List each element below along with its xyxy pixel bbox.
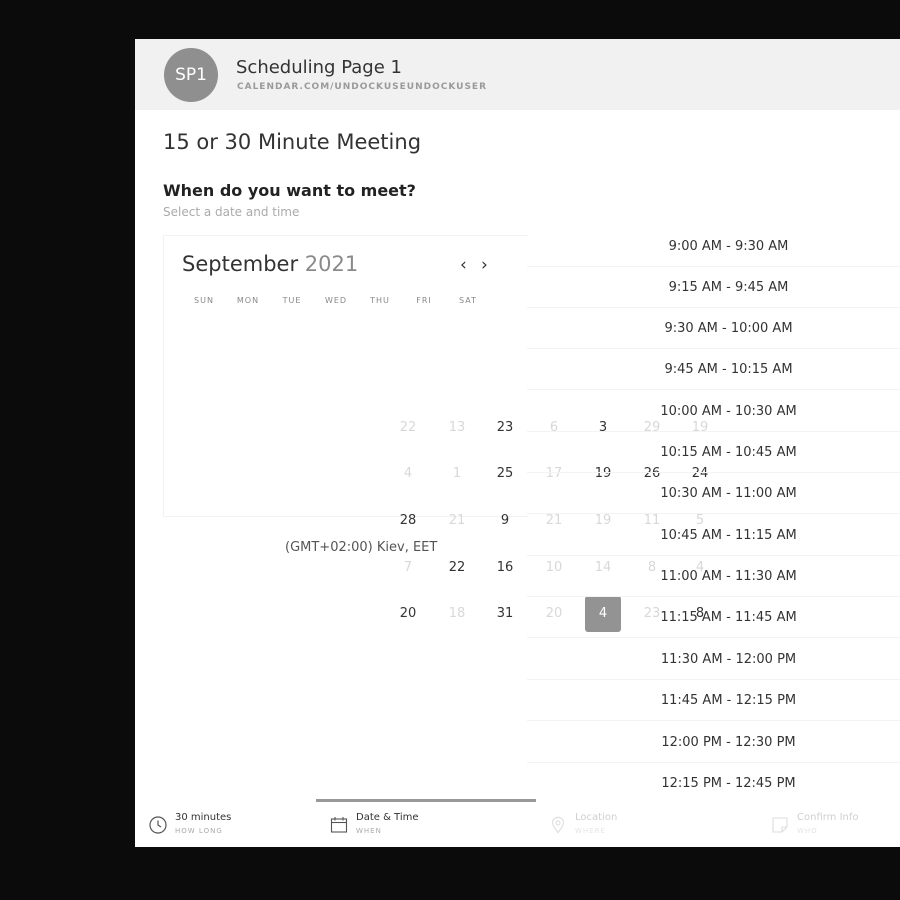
calendar-day[interactable]: 22 bbox=[441, 556, 473, 580]
tab-location-sub: WHERE bbox=[575, 827, 606, 835]
timeslot-option[interactable]: 10:45 AM - 11:15 AM bbox=[527, 516, 900, 556]
meeting-question: When do you want to meet? bbox=[163, 181, 416, 200]
timeslot-option[interactable]: 10:15 AM - 10:45 AM bbox=[527, 433, 900, 473]
tab-date-time-label: Date & Time bbox=[356, 812, 419, 823]
weekday-mon: MON bbox=[236, 296, 260, 305]
tab-location[interactable]: Location WHERE bbox=[549, 812, 689, 840]
page-title: Scheduling Page 1 bbox=[236, 57, 402, 78]
timeslot-option[interactable]: 12:00 PM - 12:30 PM bbox=[527, 723, 900, 763]
timeslot-option[interactable]: 12:15 PM - 12:45 PM bbox=[527, 764, 900, 804]
weekday-thu: THU bbox=[370, 296, 390, 305]
clock-icon bbox=[149, 816, 167, 834]
page-url[interactable]: CALENDAR.COM/UNDOCKUSEUNDOCKUSER bbox=[237, 82, 487, 92]
timeslot-option[interactable]: 11:15 AM - 11:45 AM bbox=[527, 598, 900, 638]
timeslot-option[interactable]: 10:00 AM - 10:30 AM bbox=[527, 392, 900, 432]
timeslot-option[interactable]: 11:00 AM - 11:30 AM bbox=[527, 557, 900, 597]
calendar-day[interactable]: 22 bbox=[392, 416, 424, 440]
calendar-day[interactable]: 25 bbox=[489, 462, 521, 486]
calendar-day[interactable]: 28 bbox=[392, 509, 424, 533]
weekday-fri: FRI bbox=[416, 296, 432, 305]
calendar-day[interactable]: 9 bbox=[489, 509, 521, 533]
calendar-icon bbox=[330, 817, 348, 833]
calendar-day[interactable]: 23 bbox=[489, 416, 521, 440]
calendar-day[interactable]: 31 bbox=[489, 602, 521, 626]
tab-confirm-info-label: Confirm Info bbox=[797, 812, 859, 823]
tab-location-label: Location bbox=[575, 812, 618, 823]
timeslot-option[interactable]: 10:30 AM - 11:00 AM bbox=[527, 474, 900, 514]
weekday-wed: WED bbox=[324, 296, 348, 305]
calendar-day[interactable]: 7 bbox=[392, 556, 424, 580]
tab-duration-label: 30 minutes bbox=[175, 812, 232, 823]
calendar-day[interactable]: 20 bbox=[392, 602, 424, 626]
prev-month-button[interactable]: ‹ bbox=[460, 255, 467, 275]
calendar-day[interactable]: 16 bbox=[489, 556, 521, 580]
avatar: SP1 bbox=[164, 48, 218, 102]
scheduling-panel: SP1 Scheduling Page 1 CALENDAR.COM/UNDOC… bbox=[135, 39, 900, 847]
calendar-day[interactable]: 13 bbox=[441, 416, 473, 440]
calendar-year: 2021 bbox=[304, 252, 359, 276]
timeslot-option[interactable]: 11:45 AM - 12:15 PM bbox=[527, 681, 900, 721]
active-tab-indicator bbox=[316, 799, 536, 802]
timezone-selector[interactable]: (GMT+02:00) Kiev, EET bbox=[285, 540, 437, 555]
note-icon bbox=[772, 817, 788, 833]
calendar-month: September bbox=[182, 252, 299, 276]
timeslot-option[interactable]: 9:00 AM - 9:30 AM bbox=[527, 227, 900, 267]
tab-confirm-info[interactable]: Confirm Info WHO bbox=[771, 812, 899, 840]
calendar-day[interactable]: 21 bbox=[441, 509, 473, 533]
tab-duration[interactable]: 30 minutes HOW LONG bbox=[149, 812, 289, 840]
calendar-day[interactable]: 18 bbox=[441, 602, 473, 626]
timeslot-option[interactable]: 9:15 AM - 9:45 AM bbox=[527, 268, 900, 308]
weekday-tue: TUE bbox=[282, 296, 302, 305]
page-header: SP1 Scheduling Page 1 CALENDAR.COM/UNDOC… bbox=[135, 39, 900, 110]
calendar-month-label: September 2021 bbox=[182, 252, 358, 276]
weekday-sun: SUN bbox=[194, 296, 214, 305]
location-pin-icon bbox=[551, 816, 565, 834]
timeslot-option[interactable]: 9:45 AM - 10:15 AM bbox=[527, 350, 900, 390]
next-month-button[interactable]: › bbox=[481, 255, 488, 275]
calendar-box bbox=[163, 235, 528, 517]
weekday-sat: SAT bbox=[459, 296, 477, 305]
timeslot-option[interactable]: 11:30 AM - 12:00 PM bbox=[527, 640, 900, 680]
calendar-day[interactable]: 4 bbox=[392, 462, 424, 486]
meeting-subtext: Select a date and time bbox=[163, 205, 300, 219]
calendar-day[interactable]: 1 bbox=[441, 462, 473, 486]
tab-duration-sub: HOW LONG bbox=[175, 827, 223, 835]
tab-confirm-info-sub: WHO bbox=[797, 827, 818, 835]
tab-date-time[interactable]: Date & Time WHEN bbox=[330, 812, 470, 840]
meeting-title: 15 or 30 Minute Meeting bbox=[163, 130, 422, 154]
timeslot-option[interactable]: 9:30 AM - 10:00 AM bbox=[527, 309, 900, 349]
tab-date-time-sub: WHEN bbox=[356, 827, 382, 835]
